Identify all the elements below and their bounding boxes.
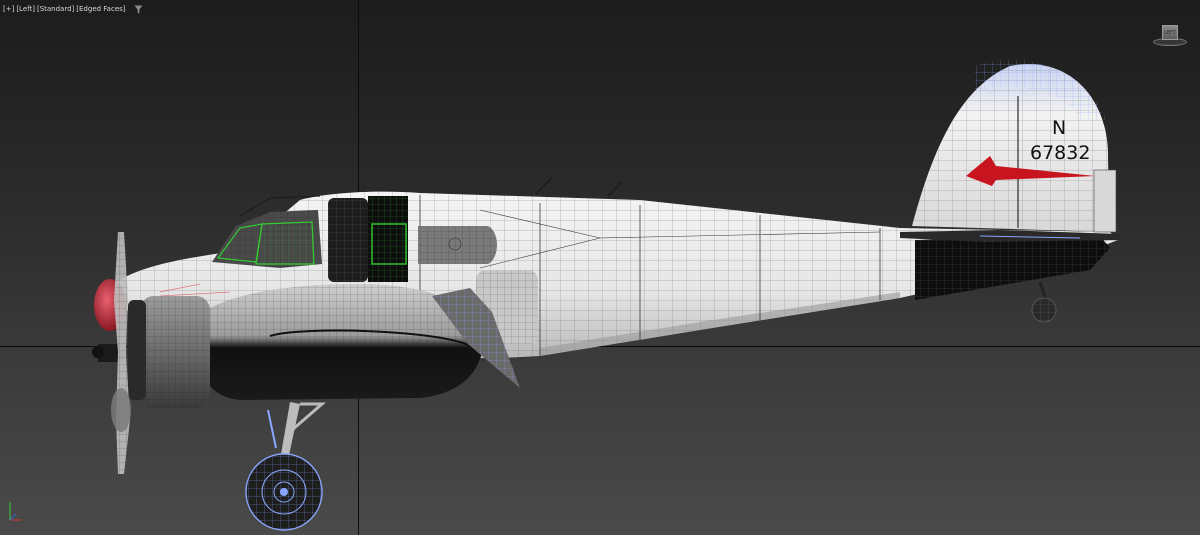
viewport-shading-menu[interactable]: [Standard] bbox=[37, 4, 74, 14]
viewport-display-menu[interactable]: [Edged Faces] bbox=[76, 4, 125, 14]
viewcube-face[interactable]: LEFT bbox=[1162, 25, 1178, 40]
tail-wheel[interactable] bbox=[1031, 281, 1057, 323]
cabin-door-selection[interactable] bbox=[328, 196, 408, 282]
antenna bbox=[535, 177, 623, 197]
funnel-icon[interactable] bbox=[133, 4, 143, 14]
viewport-label: [+] [Left] [Standard] [Edged Faces] bbox=[3, 3, 143, 15]
aircraft-model[interactable]: N 67832 bbox=[0, 0, 1200, 535]
cabin-window bbox=[418, 226, 497, 264]
axis-tripod-icon bbox=[9, 502, 22, 521]
viewport-left[interactable]: N 67832 [+] [Left] [Standard] [Edged Fac… bbox=[0, 0, 1200, 535]
main-landing-gear[interactable] bbox=[245, 402, 327, 531]
viewport-point-of-view-menu[interactable]: [Left] bbox=[16, 4, 35, 14]
vertical-stabilizer[interactable]: N 67832 bbox=[912, 59, 1117, 233]
viewcube-icon[interactable]: LEFT bbox=[1153, 24, 1187, 48]
tail-registration-prefix: N bbox=[1052, 117, 1066, 139]
viewport-general-menu[interactable]: [+] bbox=[3, 4, 14, 14]
tail-registration-number: 67832 bbox=[1030, 142, 1090, 164]
